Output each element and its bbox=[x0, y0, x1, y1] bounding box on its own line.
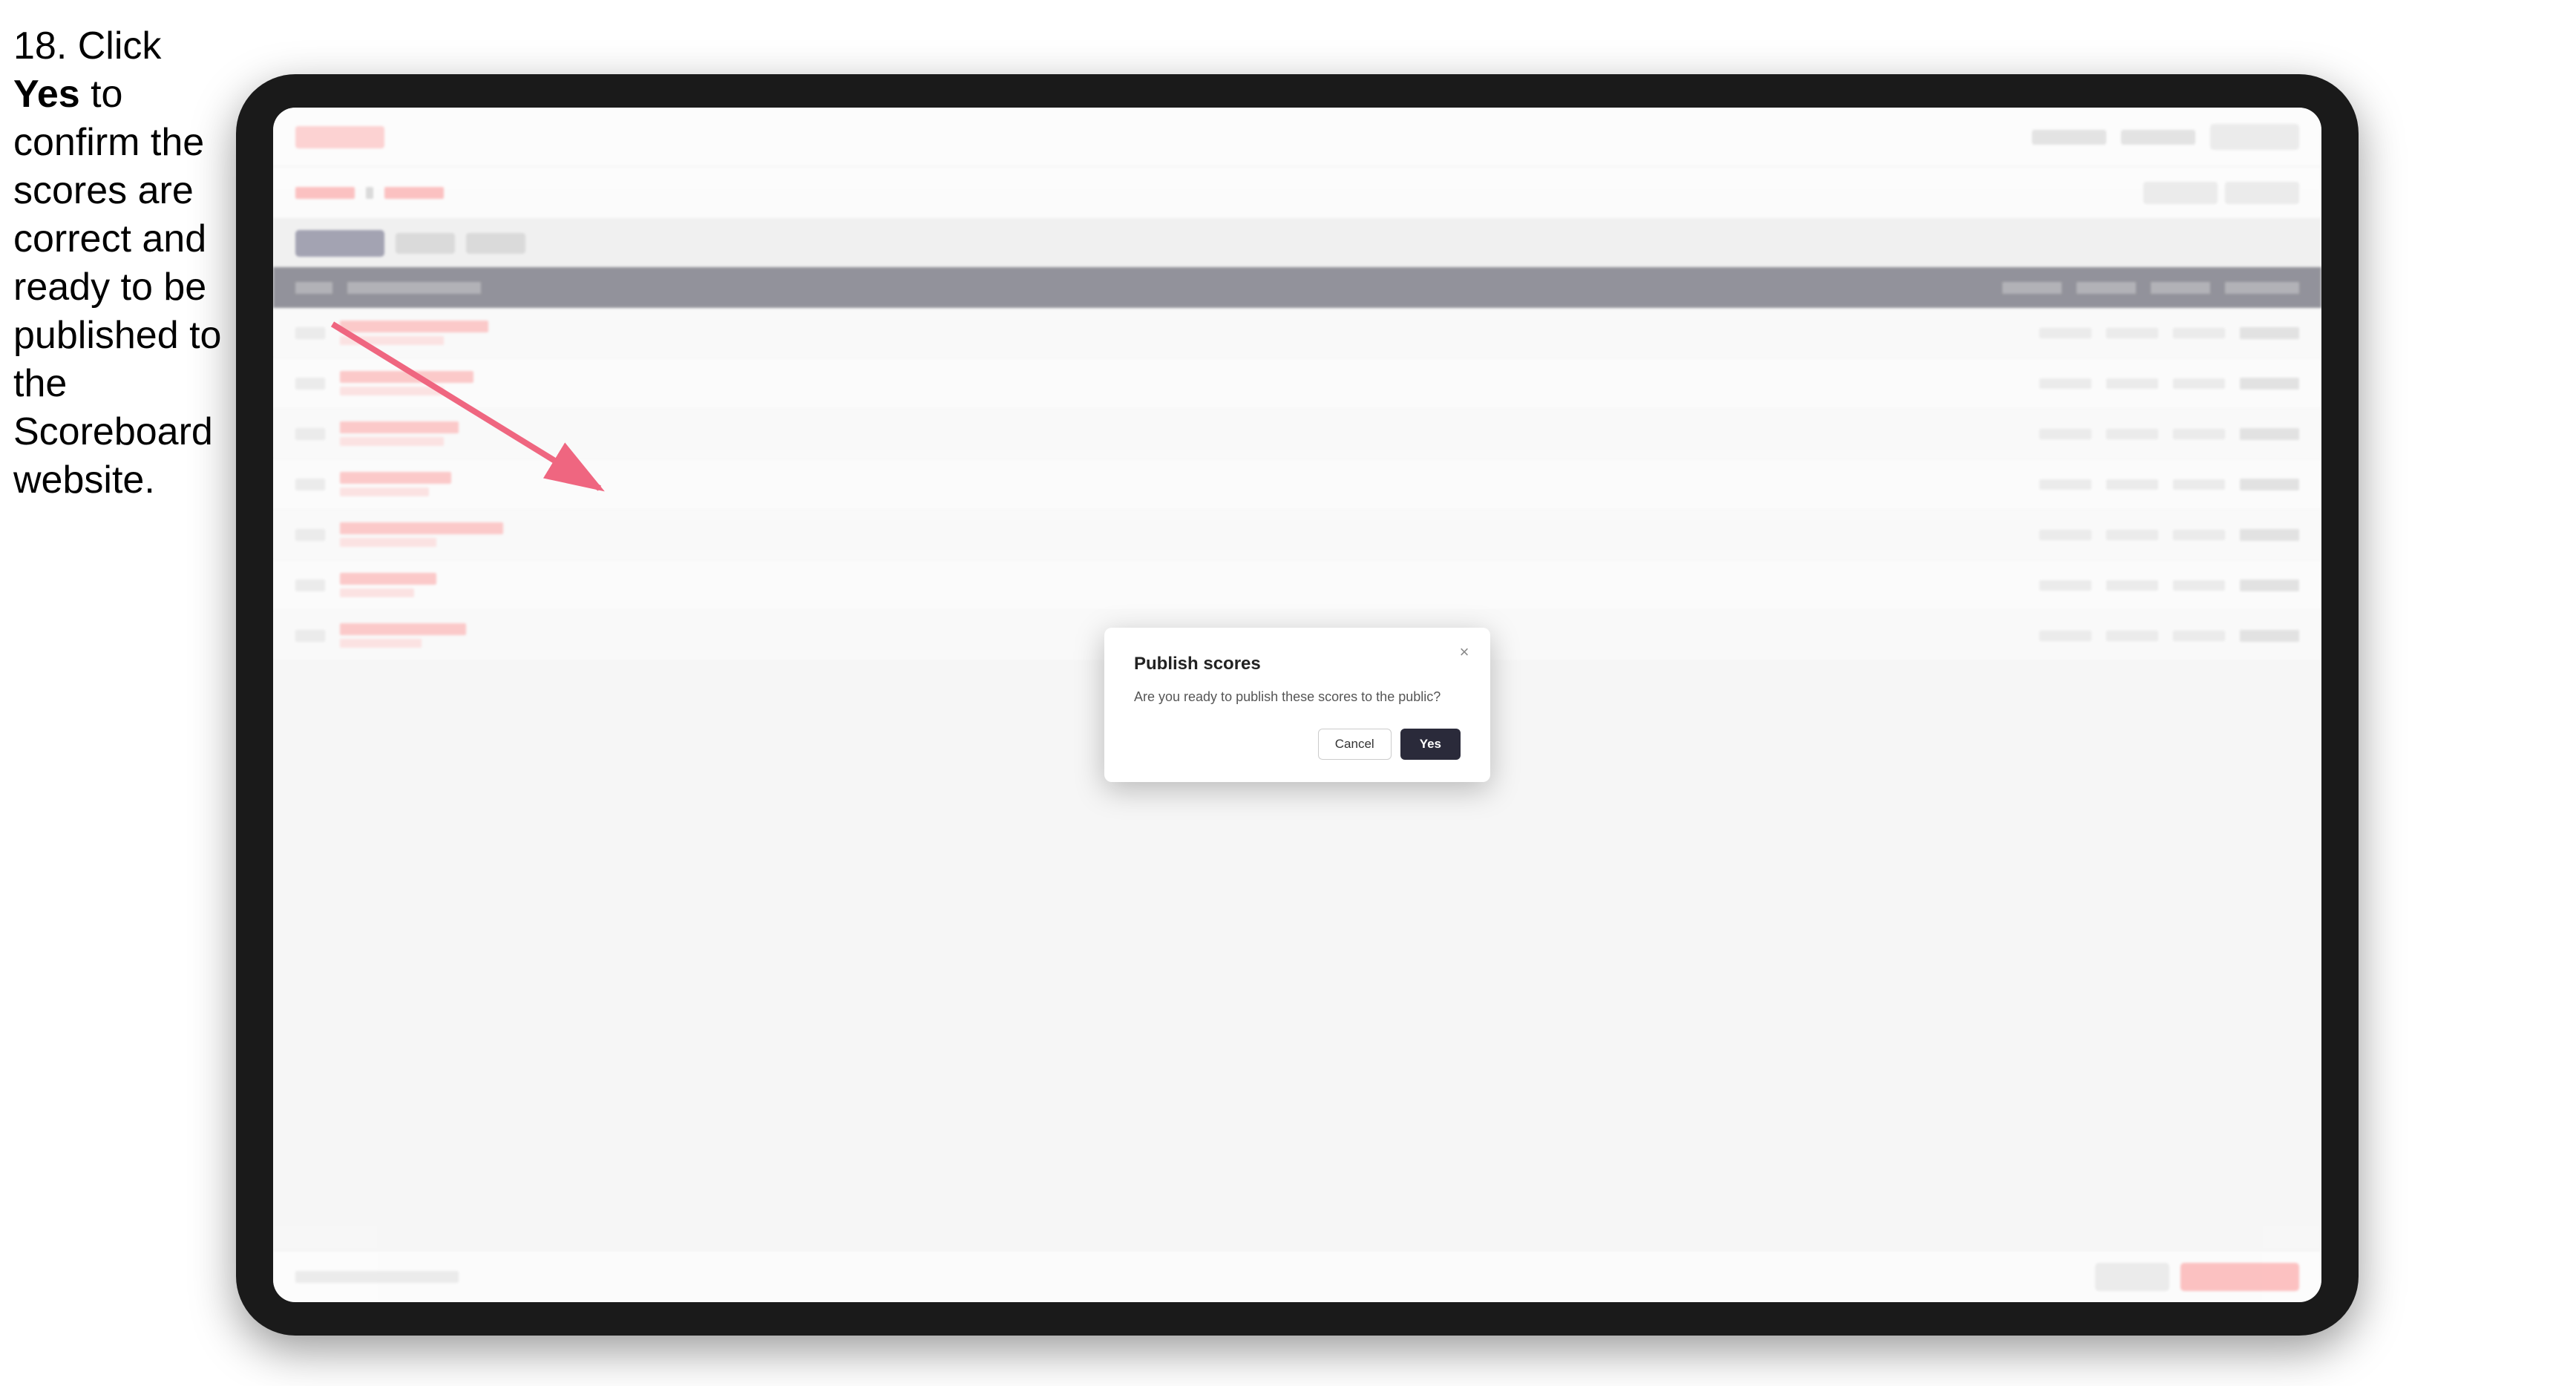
modal-title: Publish scores bbox=[1134, 654, 1461, 674]
modal-close-button[interactable]: × bbox=[1453, 641, 1475, 663]
step-number: 18. bbox=[13, 24, 67, 68]
modal-overlay: × Publish scores Are you ready to publis… bbox=[273, 108, 2321, 1302]
tablet-screen: × Publish scores Are you ready to publis… bbox=[273, 108, 2321, 1302]
instruction-after: to confirm the scores are correct and re… bbox=[13, 73, 221, 502]
modal-yes-button[interactable]: Yes bbox=[1400, 729, 1461, 760]
tablet-device: × Publish scores Are you ready to publis… bbox=[236, 74, 2359, 1336]
instruction-text: 18. Click Yes to confirm the scores are … bbox=[13, 22, 232, 505]
modal-body-text: Are you ready to publish these scores to… bbox=[1134, 688, 1461, 706]
instruction-bold: Yes bbox=[13, 73, 80, 116]
publish-scores-modal: × Publish scores Are you ready to publis… bbox=[1104, 628, 1490, 782]
modal-footer: Cancel Yes bbox=[1134, 729, 1461, 760]
instruction-plain: Click bbox=[67, 24, 161, 68]
modal-cancel-button[interactable]: Cancel bbox=[1318, 729, 1392, 760]
